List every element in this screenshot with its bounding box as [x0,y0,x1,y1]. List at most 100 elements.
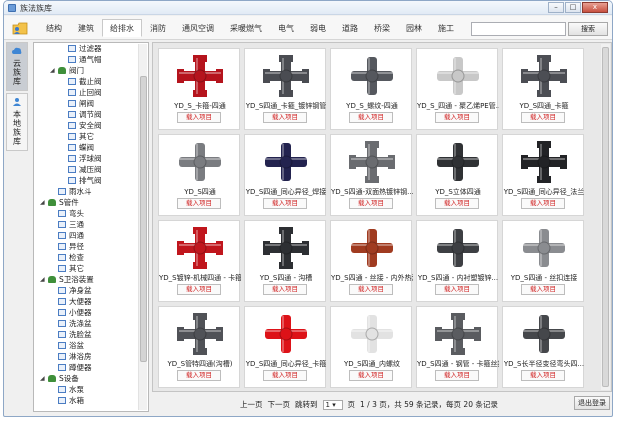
load-into-project-button[interactable]: 载入项目 [263,112,307,123]
tree-node[interactable]: 其它 [34,263,138,274]
load-into-project-button[interactable]: 载入项目 [521,198,565,209]
tree-node[interactable]: ◢ S设备 [34,373,138,384]
tree-node[interactable]: 过滤器 [34,43,138,54]
tree-node[interactable]: 闸阀 [34,98,138,109]
tree-node[interactable]: 调节阀 [34,109,138,120]
family-card[interactable]: YD_S四通_内螺纹 载入项目 [330,306,412,388]
load-into-project-button[interactable]: 载入项目 [521,284,565,295]
load-into-project-button[interactable]: 载入项目 [521,370,565,381]
search-input[interactable] [471,22,566,36]
cloud-library-tab[interactable]: 云族库 [6,42,28,91]
family-card[interactable]: YD_S四通_卡箍_镀锌钢管 载入项目 [244,48,326,130]
load-into-project-button[interactable]: 载入项目 [177,284,221,295]
tree-node[interactable]: 雨水斗 [34,186,138,197]
tree-node[interactable]: 浮球阀 [34,153,138,164]
load-into-project-button[interactable]: 载入项目 [349,370,393,381]
load-into-project-button[interactable]: 载入项目 [349,198,393,209]
tab-2[interactable]: 给排水 [102,19,142,37]
tree-scrollbar-thumb[interactable] [140,76,147,362]
tree-node[interactable]: 水箱 [34,395,138,406]
tree-node[interactable]: ◢ 阀门 [34,65,138,76]
tab-5[interactable]: 采暖燃气 [222,19,270,37]
family-card[interactable]: YD_S四通 - 钢管 - 卡箍丝扣 载入项目 [416,306,499,388]
tree-expander-icon[interactable]: ◢ [50,65,55,76]
tree-node[interactable]: 检查 [34,252,138,263]
tab-1[interactable]: 建筑 [70,19,102,37]
family-card[interactable]: YD_S四通 载入项目 [158,134,240,216]
family-card[interactable]: YD_S镀锌-机械四通 - 卡箍... 载入项目 [158,220,241,302]
family-card[interactable]: YD_S四通_卡箍 载入项目 [502,48,584,130]
page-number-select[interactable]: 1 ▾ [322,399,343,410]
tab-9[interactable]: 桥梁 [366,19,398,37]
prev-page-link[interactable]: 上一页 [240,399,263,410]
load-into-project-button[interactable]: 载入项目 [435,370,479,381]
load-into-project-button[interactable]: 载入项目 [177,198,221,209]
tree-node[interactable]: 四通 [34,230,138,241]
load-into-project-button[interactable]: 载入项目 [349,284,393,295]
tree-node[interactable]: 其它 [34,131,138,142]
family-card[interactable]: YD_S四通 - 内衬塑镀锌... 载入项目 [416,220,498,302]
tab-8[interactable]: 道路 [334,19,366,37]
user-folder-icon[interactable] [12,21,28,35]
tree-node[interactable]: 安全阀 [34,120,138,131]
close-button[interactable]: x [582,2,608,13]
family-card[interactable]: YD_S四通_同心异径_法兰 载入项目 [502,134,584,216]
tree-node[interactable]: 大便器 [34,296,138,307]
tab-7[interactable]: 弱电 [302,19,334,37]
tree-node[interactable]: ◢ S卫浴装置 [34,274,138,285]
family-card[interactable]: YD_S四通 - 丝扣连接 载入项目 [502,220,584,302]
load-into-project-button[interactable]: 载入项目 [521,112,565,123]
load-into-project-button[interactable]: 载入项目 [263,198,307,209]
tree-node[interactable]: 蝶阀 [34,142,138,153]
tab-3[interactable]: 消防 [142,19,174,37]
family-card[interactable]: YD_S四通 - 丝接 - 内外热浸... 载入项目 [330,220,413,302]
tree-node[interactable]: 小便器 [34,307,138,318]
maximize-button[interactable]: □ [565,2,581,13]
tree-node[interactable]: 水泵 [34,384,138,395]
gallery-scrollbar[interactable] [601,44,610,390]
tree-expander-icon[interactable]: ◢ [40,197,45,208]
family-card[interactable]: YD_S_螺纹-四通 载入项目 [330,48,412,130]
family-card[interactable]: YD_S四通_同心异径_焊接 载入项目 [244,134,326,216]
load-into-project-button[interactable]: 载入项目 [435,198,479,209]
tree-node[interactable]: 减压阀 [34,164,138,175]
tab-6[interactable]: 电气 [270,19,302,37]
tab-0[interactable]: 结构 [38,19,70,37]
family-card[interactable]: YD_S管特四通(沟槽) 载入项目 [158,306,240,388]
load-into-project-button[interactable]: 载入项目 [177,112,221,123]
tree-node[interactable]: 截止阀 [34,76,138,87]
load-into-project-button[interactable]: 载入项目 [263,370,307,381]
tree-node[interactable]: 止回阀 [34,87,138,98]
tab-11[interactable]: 施工 [430,19,462,37]
tree-expander-icon[interactable]: ◢ [40,373,45,384]
family-card[interactable]: YD_S立体四通 载入项目 [416,134,498,216]
tree-expander-icon[interactable]: ◢ [40,274,45,285]
load-into-project-button[interactable]: 载入项目 [349,112,393,123]
load-into-project-button[interactable]: 载入项目 [435,284,479,295]
load-into-project-button[interactable]: 载入项目 [435,112,479,123]
family-card[interactable]: YD_S四通-双面热镀锌钢... 载入项目 [330,134,413,216]
search-button[interactable]: 搜索 [568,22,608,36]
next-page-link[interactable]: 下一页 [268,399,291,410]
load-into-project-button[interactable]: 载入项目 [177,370,221,381]
local-library-tab[interactable]: 本地族库 [6,93,28,151]
tab-10[interactable]: 园林 [398,19,430,37]
tree-node[interactable]: 洗涤盆 [34,318,138,329]
tree-node[interactable]: ◢ S管件 [34,197,138,208]
tree-node[interactable]: 洗脸盆 [34,329,138,340]
family-card[interactable]: YD_S四通 - 沟槽 载入项目 [244,220,326,302]
tree-scrollbar[interactable] [138,44,147,410]
tree-node[interactable]: 浴盆 [34,340,138,351]
logout-button[interactable]: 退出登录 [574,396,610,410]
family-card[interactable]: YD_S长半径变径弯头四... 载入项目 [502,306,584,388]
family-card[interactable]: YD_S_四通 - 聚乙烯PE管... 载入项目 [416,48,499,130]
load-into-project-button[interactable]: 载入项目 [263,284,307,295]
family-card[interactable]: YD_S四通_同心异径_卡箍 载入项目 [244,306,326,388]
tree-node[interactable]: 三通 [34,219,138,230]
tab-4[interactable]: 通风空调 [174,19,222,37]
family-card[interactable]: YD_S_卡箍-四通 载入项目 [158,48,240,130]
tree-node[interactable]: 弯头 [34,208,138,219]
tree-node[interactable]: 排气阀 [34,175,138,186]
tree-node[interactable]: 净身盆 [34,285,138,296]
tree-node[interactable]: 通气帽 [34,54,138,65]
